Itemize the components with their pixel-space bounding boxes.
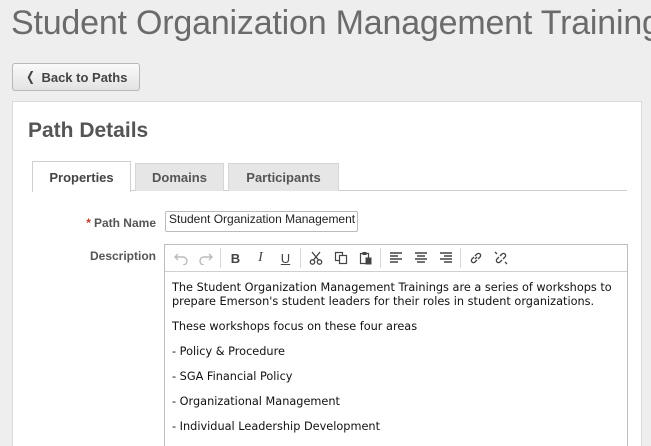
list-item: - SGA Financial Policy [172, 370, 293, 383]
required-marker: * [86, 216, 91, 230]
redo-icon[interactable] [193, 247, 218, 269]
undo-icon[interactable] [168, 247, 193, 269]
path-name-label: * Path Name [73, 216, 156, 230]
back-button-label: Back to Paths [41, 69, 128, 85]
tab-bar: Properties Domains Participants [32, 161, 627, 192]
list-item: - Policy & Procedure [172, 345, 285, 358]
back-to-paths-button[interactable]: ❮ Back to Paths [12, 63, 140, 91]
toolbar-separator [460, 248, 461, 268]
list-item: - Individual Leadership Development [172, 420, 381, 433]
chevron-left-icon: ❮ [25, 69, 35, 84]
tab-domains[interactable]: Domains [135, 163, 224, 191]
page-title: Student Organization Management Training [11, 4, 651, 42]
path-name-input[interactable]: Student Organization Management Training [165, 211, 358, 232]
bold-icon[interactable]: B [223, 247, 248, 269]
toolbar-separator [300, 248, 301, 268]
align-center-icon[interactable] [408, 247, 433, 269]
cut-icon[interactable] [303, 247, 328, 269]
paragraph: The Student Organization Management Trai… [172, 281, 612, 308]
panel-title: Path Details [28, 119, 149, 142]
tab-properties[interactable]: Properties [32, 161, 131, 192]
italic-icon[interactable]: I [248, 247, 273, 269]
toolbar-separator [220, 248, 221, 268]
path-name-label-text: Path Name [93, 216, 156, 230]
unlink-icon[interactable] [488, 247, 513, 269]
toolbar-separator [380, 248, 381, 268]
copy-icon[interactable] [328, 247, 353, 269]
align-right-icon[interactable] [433, 247, 458, 269]
editor-toolbar: B I U [165, 245, 627, 272]
paste-icon[interactable] [353, 247, 378, 269]
description-label: Description [89, 249, 156, 263]
underline-icon[interactable]: U [273, 247, 298, 269]
align-left-icon[interactable] [383, 247, 408, 269]
tab-participants[interactable]: Participants [228, 163, 339, 191]
paragraph: These workshops focus on these four area… [172, 320, 418, 333]
list-item: - Organizational Management [172, 395, 340, 408]
description-editor[interactable]: B I U The Student Organization Managemen… [164, 244, 628, 446]
editor-content[interactable]: The Student Organization Management Trai… [165, 272, 627, 434]
link-icon[interactable] [463, 247, 488, 269]
path-details-panel: Path Details Properties Domains Particip… [12, 101, 642, 446]
